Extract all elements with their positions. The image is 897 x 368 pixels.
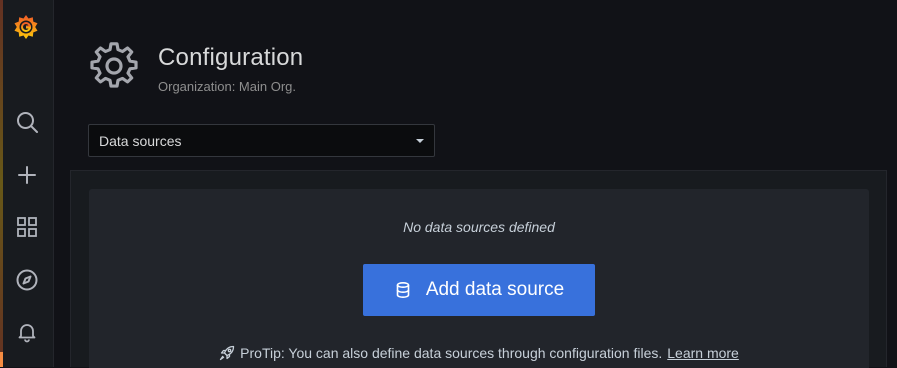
learn-more-link[interactable]: Learn more	[667, 345, 739, 361]
section-select-value: Data sources	[99, 132, 182, 149]
grafana-logo-icon[interactable]	[11, 12, 41, 42]
section-select[interactable]: Data sources	[88, 124, 435, 157]
sidebar	[0, 0, 54, 367]
plus-icon[interactable]	[13, 161, 41, 189]
compass-icon[interactable]	[13, 266, 41, 294]
gear-icon	[90, 42, 138, 90]
empty-state-title: No data sources defined	[403, 219, 555, 235]
main-content: Configuration Organization: Main Org. Da…	[54, 0, 897, 368]
add-data-source-button[interactable]: Add data source	[363, 264, 595, 316]
bell-icon[interactable]	[13, 318, 41, 346]
protip-text: ProTip: You can also define data sources…	[240, 345, 663, 361]
rocket-icon	[219, 345, 235, 361]
sidebar-accent-bar	[0, 0, 3, 367]
caret-down-icon	[416, 139, 424, 143]
protip: ProTip: You can also define data sources…	[89, 345, 869, 361]
search-icon[interactable]	[13, 108, 41, 136]
page-title: Configuration	[158, 44, 304, 71]
page-body: No data sources defined Add data source	[70, 170, 887, 368]
apps-icon[interactable]	[13, 213, 41, 241]
add-data-source-label: Add data source	[425, 279, 565, 300]
page-subtitle: Organization: Main Org.	[158, 79, 297, 94]
sidebar-active-indicator	[0, 352, 3, 367]
empty-list-cta: No data sources defined Add data source	[89, 189, 869, 368]
database-icon	[394, 281, 412, 299]
